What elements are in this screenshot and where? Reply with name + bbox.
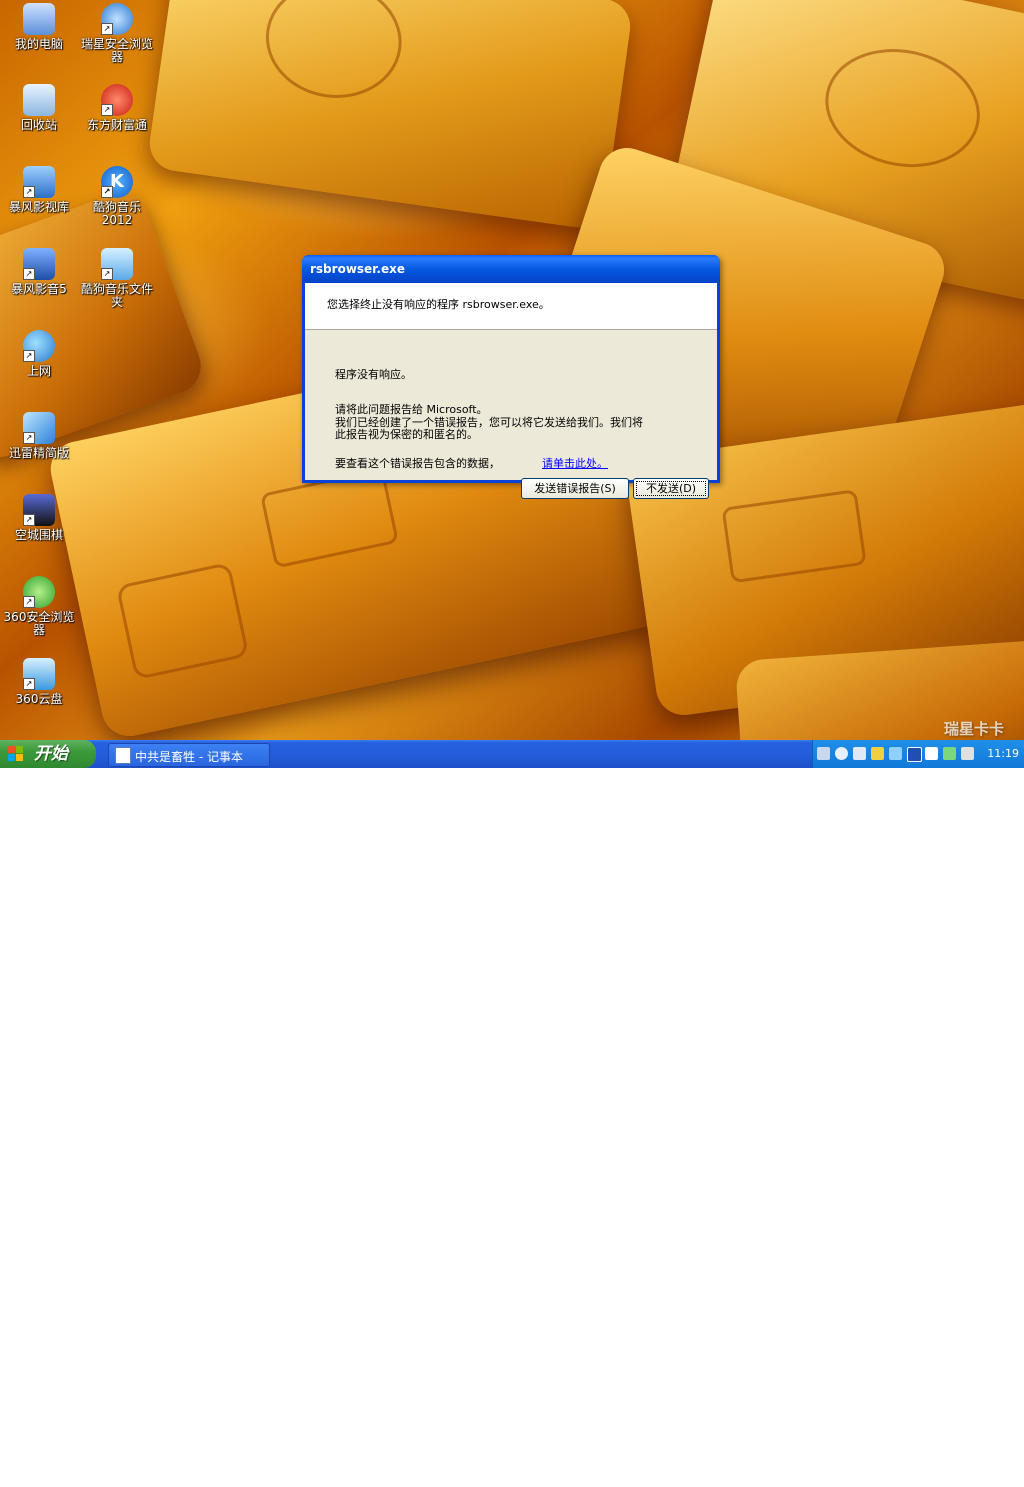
desktop-icon-xunlei[interactable]: ↗ 迅雷精简版 [0,412,78,460]
dialog-body: 您选择终止没有响应的程序 rsbrowser.exe。 程序没有响应。 请将此问… [305,283,717,499]
shortcut-arrow-icon: ↗ [23,678,35,690]
desktop-icon-label: 暴风影音5 [11,282,67,296]
video-library-icon: ↗ [23,166,55,198]
bar-emblem [814,35,991,182]
desktop-icon-label: 暴风影视库 [8,200,69,214]
desktop-icon-kugou[interactable]: K ↗ 酷狗音乐2012 [78,166,156,227]
status-text: 程序没有响应。 [335,368,412,381]
desktop-icon-baofeng-library[interactable]: ↗ 暴风影视库 [0,166,78,214]
notepad-icon [115,747,131,764]
desktop-icon-label: 东方财富通 [86,118,147,132]
warning-icon[interactable] [871,747,884,760]
desktop-icon-kugou-folder[interactable]: ↗ 酷狗音乐文件夹 [78,248,156,309]
thunder-bird-icon: ↗ [23,412,55,444]
report-text-line: 请将此问题报告给 Microsoft。 [335,403,488,416]
desktop-icon-label: 酷狗音乐2012 [92,200,141,227]
details-link[interactable]: 请单击此处。 [542,458,608,470]
keyboard-icon[interactable] [817,747,830,760]
desktop-icon-360-browser[interactable]: ↗ 360安全浏览器 [0,576,78,637]
desktop-icon-my-computer[interactable]: 我的电脑 [0,3,78,51]
error-dialog: rsbrowser.exe 您选择终止没有响应的程序 rsbrowser.exe… [302,255,720,499]
computer-icon [23,3,55,35]
volume-icon[interactable] [961,747,974,760]
start-button[interactable]: 开始 [0,740,96,768]
go-game-icon: ↗ [23,494,55,526]
network-icon: ↗ [23,330,55,362]
desktop-icon-go-game[interactable]: ↗ 空城围棋 [0,494,78,542]
system-tray: 11:19 [812,740,1024,768]
desktop-icon-label: 回收站 [20,118,57,132]
desktop-icon-label: 空城围棋 [14,528,63,542]
display-icon[interactable] [907,747,922,762]
dialog-title[interactable]: rsbrowser.exe [302,255,720,283]
desktop-icon-label: 我的电脑 [14,37,63,51]
shortcut-arrow-icon: ↗ [23,432,35,444]
desktop-icon-label: 360云盘 [15,692,63,706]
dialog-header-text: 您选择终止没有响应的程序 rsbrowser.exe。 [327,298,550,311]
media-play-icon[interactable] [925,747,938,760]
desktop-icon-label: 迅雷精简版 [8,446,69,460]
security-icon[interactable] [889,747,902,760]
send-report-button[interactable]: 发送错误报告(S) [521,478,629,499]
desktop-icon-label: 酷狗音乐文件夹 [80,282,153,309]
dialog-header: 您选择终止没有响应的程序 rsbrowser.exe。 [305,283,717,330]
taskbar: 开始 中共是畜牲 - 记事本 11:19 kaka.rising.com [0,740,1024,1487]
shortcut-arrow-icon: ↗ [101,104,113,116]
desktop-icon-baofeng-player[interactable]: ↗ 暴风影音5 [0,248,78,296]
media-player-icon: ↗ [23,248,55,280]
desktop-icon-label: 上网 [26,364,51,378]
watermark-brand: 瑞星卡卡 [943,720,1004,738]
watermark-url: kaka.rising.com [923,1476,1002,1487]
expand-tray-icon[interactable] [835,747,848,760]
bar-emblem [259,467,399,569]
taskbar-item-notepad[interactable]: 中共是畜牲 - 记事本 [108,743,270,767]
details-prompt: 要查看这个错误报告包含的数据， [335,457,500,470]
windows-flag-icon [8,746,24,762]
shortcut-arrow-icon: ↗ [101,268,113,280]
bar-emblem [721,489,867,584]
clock[interactable]: 11:19 [987,747,1019,760]
kugou-icon: K ↗ [101,166,133,198]
cloud-icon: ↗ [23,658,55,690]
shortcut-arrow-icon: ↗ [23,350,35,362]
shortcut-arrow-icon: ↗ [23,596,35,608]
desktop-icon-label: 360安全浏览器 [3,610,75,637]
report-text-line: 此报告视为保密的和匿名的。 [335,428,478,441]
bar-emblem [258,0,410,107]
network-tray-icon[interactable] [853,747,866,760]
folder-icon: ↗ [101,248,133,280]
taskbar-item-label: 中共是畜牲 - 记事本 [135,750,243,764]
bar-emblem [115,562,250,681]
desktop-icon-recycle-bin[interactable]: 回收站 [0,84,78,132]
desktop-icon-internet[interactable]: ↗ 上网 [0,330,78,378]
finance-icon: ↗ [101,84,133,116]
shortcut-arrow-icon: ↗ [101,23,113,35]
shortcut-arrow-icon: ↗ [101,186,113,198]
check-icon[interactable] [943,747,956,760]
shortcut-arrow-icon: ↗ [23,186,35,198]
dont-send-button[interactable]: 不发送(D) [633,478,709,499]
browser-360-icon: ↗ [23,576,55,608]
gold-bar [146,0,634,231]
recycle-bin-icon [23,84,55,116]
desktop-icon-360-cloud[interactable]: ↗ 360云盘 [0,658,78,706]
start-label: 开始 [34,744,68,764]
shortcut-arrow-icon: ↗ [23,268,35,280]
desktop-icon-rising-browser[interactable]: ↗ 瑞星安全浏览器 [78,3,156,64]
desktop-icon-label: 瑞星安全浏览器 [80,37,153,64]
desktop-icon-eastmoney[interactable]: ↗ 东方财富通 [78,84,156,132]
shortcut-arrow-icon: ↗ [23,514,35,526]
browser-icon: ↗ [101,3,133,35]
